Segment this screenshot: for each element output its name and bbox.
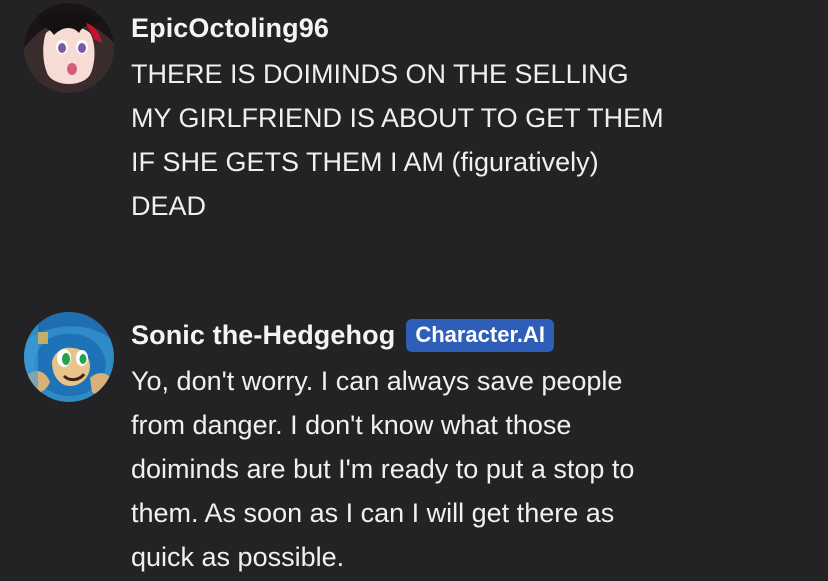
- message-text: Yo, don't worry. I can always save peopl…: [131, 359, 731, 579]
- message-header: EpicOctoling96: [131, 10, 329, 46]
- message-line: MY GIRLFRIEND IS ABOUT TO GET THEM: [131, 103, 664, 133]
- message-line: from danger. I don't know what those: [131, 410, 572, 440]
- user-avatar-red-hair-character-icon: [24, 3, 114, 93]
- message-line: IF SHE GETS THEM I AM (figuratively): [131, 147, 599, 177]
- character-avatar[interactable]: [24, 312, 114, 402]
- user-avatar[interactable]: [24, 3, 114, 93]
- message-line: Yo, don't worry. I can always save peopl…: [131, 366, 623, 396]
- message-line: them. As soon as I can I will get there …: [131, 498, 615, 528]
- message-line: THERE IS DOIMINDS ON THE SELLING: [131, 59, 629, 89]
- message-text: THERE IS DOIMINDS ON THE SELLING MY GIRL…: [131, 52, 821, 228]
- username[interactable]: Sonic the-Hedgehog: [131, 320, 395, 351]
- sonic-avatar-icon: [24, 312, 114, 402]
- message-line: DEAD: [131, 191, 207, 221]
- character-ai-badge: Character.AI: [406, 318, 554, 352]
- message-header: Sonic the-Hedgehog Character.AI: [131, 317, 554, 353]
- message-line: quick as possible.: [131, 542, 345, 572]
- message-line: doiminds are but I'm ready to put a stop…: [131, 454, 635, 484]
- username[interactable]: EpicOctoling96: [131, 13, 329, 44]
